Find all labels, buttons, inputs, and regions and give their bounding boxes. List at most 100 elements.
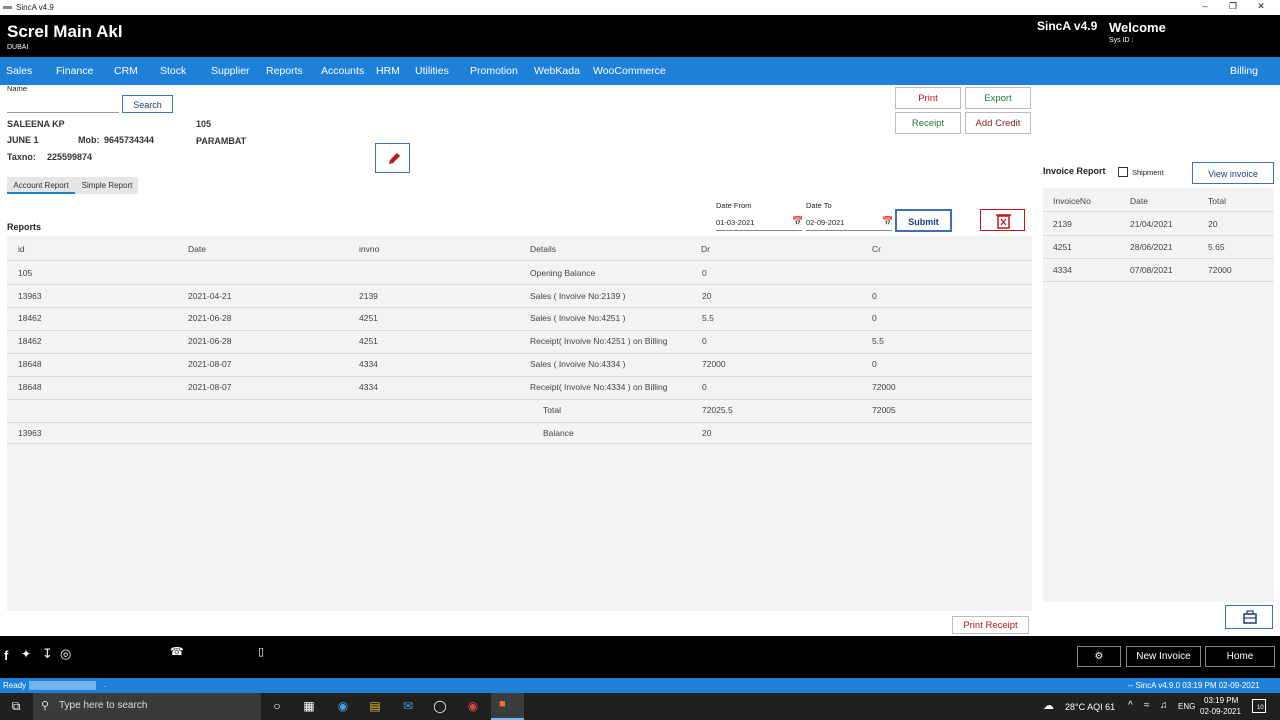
cell-cr: 0 (872, 359, 877, 369)
customer-taxno: 225599874 (47, 152, 93, 162)
taskbar-search[interactable]: ⚲ Type here to search (33, 693, 261, 720)
nav-crm[interactable]: CRM (114, 65, 138, 77)
print-receipt-button[interactable]: Print Receipt (952, 616, 1029, 634)
table-row[interactable]: 13963 2021-04-21 2139 Sales ( Invoive No… (7, 285, 1032, 307)
mail-icon[interactable]: ✉ (400, 699, 416, 714)
nav-hrm[interactable]: HRM (376, 65, 400, 77)
nav-woocommerce[interactable]: WooCommerce (593, 65, 666, 77)
cell-date: 2021-08-07 (188, 382, 232, 392)
nav-supplier[interactable]: Supplier (211, 65, 250, 77)
language-indicator[interactable]: ENG (1178, 702, 1195, 711)
table-row[interactable]: 18462 2021-06-28 4251 Sales ( Invoive No… (7, 308, 1032, 330)
table-row-balance[interactable]: 13963 Balance 20 (7, 423, 1032, 445)
restore-icon[interactable]: ❐ (1226, 1, 1240, 13)
facebook-icon[interactable]: f (4, 648, 8, 663)
table-row[interactable]: 18648 2021-08-07 4334 Receipt( Invoive N… (7, 377, 1032, 399)
clock-time[interactable]: 03:19 PM (1204, 696, 1238, 705)
cell-id: 13963 (18, 428, 42, 438)
sinca-taskbar-app[interactable]: ■ (491, 693, 524, 720)
tray-chevron-icon[interactable]: ^ (1128, 700, 1133, 711)
cell-date: 07/08/2021 (1130, 265, 1173, 275)
calendar-icon[interactable]: 📅 (792, 216, 803, 227)
windows-start-icon[interactable]: ⧉ (8, 699, 24, 714)
invoice-row[interactable]: 2139 21/04/2021 20 (1043, 212, 1274, 234)
settings-button[interactable]: ⚙ (1077, 646, 1121, 667)
file-explorer-icon[interactable]: ▤ (367, 699, 383, 714)
globe-icon[interactable]: ◎ (60, 646, 71, 662)
dell-icon[interactable]: ◯ (432, 699, 448, 714)
nav-finance[interactable]: Finance (56, 65, 93, 77)
clock-date[interactable]: 02-09-2021 (1200, 707, 1241, 716)
cell-id: 18462 (18, 336, 42, 346)
minimize-icon[interactable]: – (1198, 1, 1212, 13)
main-nav: Sales Finance CRM Stock Supplier Reports… (0, 57, 1280, 85)
add-credit-button[interactable]: Add Credit (965, 112, 1031, 134)
pencil-icon (389, 153, 400, 164)
invoice-report-title: Invoice Report (1043, 166, 1106, 176)
view-invoice-button[interactable]: View invoice (1192, 162, 1274, 184)
cash-drawer-button[interactable] (1225, 605, 1273, 629)
name-search-input[interactable] (7, 94, 119, 113)
chrome-icon[interactable]: ◉ (465, 699, 481, 714)
invoice-row[interactable]: 4334 07/08/2021 72000 (1043, 259, 1274, 281)
close-icon[interactable]: ✕ (1254, 1, 1268, 13)
date-to-field[interactable]: 02-09-2021 📅 (806, 214, 893, 231)
table-row[interactable]: 105 Opening Balance 0 (7, 261, 1032, 284)
invoice-row[interactable]: 4251 28/06/2021 5.65 (1043, 236, 1274, 258)
name-label: Name (7, 84, 28, 93)
cell-dr: 20 (702, 428, 712, 438)
cell-date: 21/04/2021 (1130, 219, 1173, 229)
table-row[interactable]: 18648 2021-08-07 4334 Sales ( Invoive No… (7, 354, 1032, 376)
mobile-icon[interactable]: ▯ (258, 645, 264, 658)
search-button[interactable]: Search (122, 95, 173, 113)
app-version: SincA v4.9 (1037, 19, 1098, 33)
nav-promotion[interactable]: Promotion (470, 65, 518, 77)
edit-customer-button[interactable] (375, 143, 410, 173)
nav-accounts[interactable]: Accounts (321, 65, 364, 77)
volume-icon[interactable]: ♫ (1160, 700, 1168, 711)
sys-id-label: Sys ID : (1109, 37, 1134, 44)
tab-simple-report[interactable]: Simple Report (77, 177, 137, 194)
cell-id: 18648 (18, 382, 42, 392)
table-row[interactable]: 18462 2021-06-28 4251 Receipt( Invoive N… (7, 331, 1032, 353)
edge-icon[interactable]: ◉ (335, 699, 351, 714)
nav-stock[interactable]: Stock (160, 65, 186, 77)
new-invoice-button[interactable]: New Invoice (1126, 646, 1201, 667)
nav-reports[interactable]: Reports (266, 65, 303, 77)
cell-invno: 4251 (359, 336, 378, 346)
cell-dr: 72025.5 (702, 405, 733, 415)
phone-icon[interactable]: ☎ (170, 645, 184, 658)
tab-account-report[interactable]: Account Report (7, 177, 75, 194)
submit-button[interactable]: Submit (895, 209, 952, 232)
export-button[interactable]: Export (965, 87, 1031, 109)
customer-place: PARAMBAT (196, 136, 247, 146)
nav-sales[interactable]: Sales (6, 65, 32, 77)
weather-icon[interactable]: ☁ (1043, 699, 1054, 712)
status-dot: . (104, 680, 107, 689)
calendar-icon[interactable]: 📅 (882, 216, 893, 227)
row-divider (7, 443, 1032, 444)
nav-billing[interactable]: Billing (1230, 65, 1258, 77)
date-from-field[interactable]: 01-03-2021 📅 (716, 214, 803, 231)
customer-name: SALEENA KP (7, 119, 65, 129)
nav-utilities[interactable]: Utilities (415, 65, 449, 77)
weather-text[interactable]: 28°C AQI 61 (1065, 702, 1115, 712)
cell-details: Receipt( Invoive No:4334 ) on Billing (530, 382, 668, 392)
twitter-icon[interactable]: ✦ (21, 647, 31, 661)
nav-webkada[interactable]: WebKada (534, 65, 580, 77)
notification-icon[interactable]: 10 (1252, 699, 1266, 713)
home-button[interactable]: Home (1205, 646, 1275, 667)
cell-dr: 0 (702, 336, 707, 346)
receipt-button[interactable]: Receipt (895, 112, 961, 134)
cell-date: 2021-08-07 (188, 359, 232, 369)
print-button[interactable]: Print (895, 87, 961, 109)
download-icon[interactable]: ↧ (42, 646, 53, 662)
table-row-total[interactable]: Total 72025.5 72005 (7, 400, 1032, 422)
shipment-checkbox[interactable] (1118, 167, 1128, 177)
cortana-icon[interactable]: ○ (269, 699, 285, 714)
reports-grid: id Date invno Details Dr Cr 105 Opening … (7, 236, 1032, 611)
task-view-icon[interactable]: ▦ (301, 699, 317, 714)
network-icon[interactable]: ≈ (1144, 700, 1150, 711)
cell-id: 13963 (18, 291, 42, 301)
delete-button[interactable] (980, 209, 1025, 231)
